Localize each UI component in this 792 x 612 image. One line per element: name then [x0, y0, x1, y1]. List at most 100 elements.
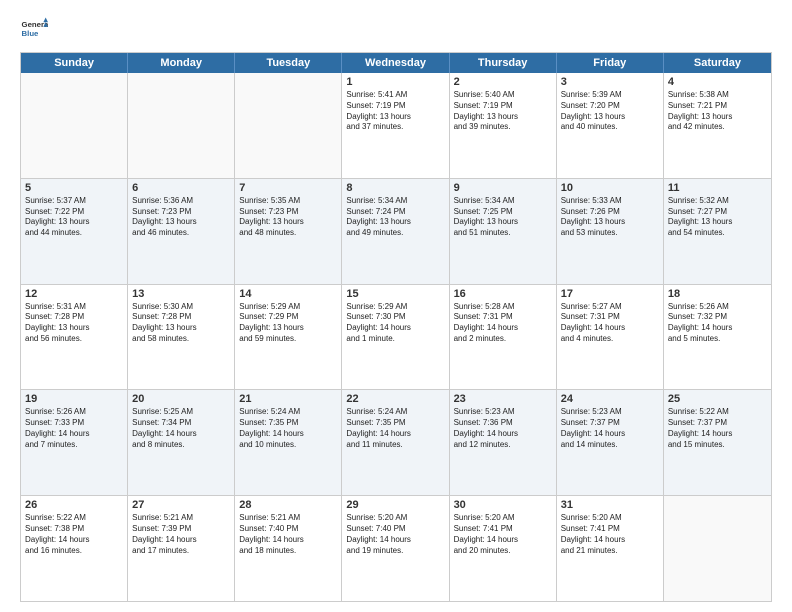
cal-cell: 16 Sunrise: 5:28 AM Sunset: 7:31 PM Dayli…	[450, 285, 557, 390]
cal-cell: 19 Sunrise: 5:26 AM Sunset: 7:33 PM Dayli…	[21, 390, 128, 495]
cal-cell: 3Sunrise: 5:39 AM Sunset: 7:20 PM Daylig…	[557, 73, 664, 178]
day-number: 16	[454, 288, 552, 300]
cal-cell: 4Sunrise: 5:38 AM Sunset: 7:21 PM Daylig…	[664, 73, 771, 178]
cell-info: Sunrise: 5:29 AM Sunset: 7:29 PM Dayligh…	[239, 302, 337, 345]
day-number: 22	[346, 393, 444, 405]
cell-info: Sunrise: 5:31 AM Sunset: 7:28 PM Dayligh…	[25, 302, 123, 345]
cal-cell: 26Sunrise: 5:22 AM Sunset: 7:38 PM Dayli…	[21, 496, 128, 601]
cell-info: Sunrise: 5:40 AM Sunset: 7:19 PM Dayligh…	[454, 90, 552, 133]
cal-cell: 24 Sunrise: 5:23 AM Sunset: 7:37 PM Dayli…	[557, 390, 664, 495]
week-row-4: 26Sunrise: 5:22 AM Sunset: 7:38 PM Dayli…	[21, 496, 771, 601]
day-number: 20	[132, 393, 230, 405]
day-number: 24	[561, 393, 659, 405]
day-number: 25	[668, 393, 767, 405]
header-day-tuesday: Tuesday	[235, 53, 342, 73]
cell-info: Sunrise: 5:34 AM Sunset: 7:24 PM Dayligh…	[346, 196, 444, 239]
day-number: 6	[132, 182, 230, 194]
day-number: 29	[346, 499, 444, 511]
cell-info: Sunrise: 5:28 AM Sunset: 7:31 PM Dayligh…	[454, 302, 552, 345]
logo-icon: General Blue	[20, 16, 48, 44]
day-number: 8	[346, 182, 444, 194]
cal-cell: 9 Sunrise: 5:34 AM Sunset: 7:25 PM Daylig…	[450, 179, 557, 284]
day-number: 17	[561, 288, 659, 300]
day-number: 28	[239, 499, 337, 511]
cal-cell: 14 Sunrise: 5:29 AM Sunset: 7:29 PM Dayli…	[235, 285, 342, 390]
cal-cell: 18 Sunrise: 5:26 AM Sunset: 7:32 PM Dayli…	[664, 285, 771, 390]
cal-cell: 8 Sunrise: 5:34 AM Sunset: 7:24 PM Daylig…	[342, 179, 449, 284]
cell-info: Sunrise: 5:22 AM Sunset: 7:37 PM Dayligh…	[668, 407, 767, 450]
header-day-monday: Monday	[128, 53, 235, 73]
day-number: 21	[239, 393, 337, 405]
cell-info: Sunrise: 5:23 AM Sunset: 7:36 PM Dayligh…	[454, 407, 552, 450]
day-number: 19	[25, 393, 123, 405]
day-number: 18	[668, 288, 767, 300]
cal-cell: 13Sunrise: 5:30 AM Sunset: 7:28 PM Dayli…	[128, 285, 235, 390]
calendar-header: SundayMondayTuesdayWednesdayThursdayFrid…	[21, 53, 771, 73]
cell-info: Sunrise: 5:21 AM Sunset: 7:39 PM Dayligh…	[132, 513, 230, 556]
cell-info: Sunrise: 5:25 AM Sunset: 7:34 PM Dayligh…	[132, 407, 230, 450]
calendar: SundayMondayTuesdayWednesdayThursdayFrid…	[20, 52, 772, 602]
cal-cell: 11 Sunrise: 5:32 AM Sunset: 7:27 PM Dayli…	[664, 179, 771, 284]
cell-info: Sunrise: 5:29 AM Sunset: 7:30 PM Dayligh…	[346, 302, 444, 345]
cell-info: Sunrise: 5:37 AM Sunset: 7:22 PM Dayligh…	[25, 196, 123, 239]
cell-info: Sunrise: 5:32 AM Sunset: 7:27 PM Dayligh…	[668, 196, 767, 239]
cal-cell: 10 Sunrise: 5:33 AM Sunset: 7:26 PM Dayli…	[557, 179, 664, 284]
cell-info: Sunrise: 5:26 AM Sunset: 7:32 PM Dayligh…	[668, 302, 767, 345]
day-number: 23	[454, 393, 552, 405]
cal-cell	[664, 496, 771, 601]
cal-cell: 7 Sunrise: 5:35 AM Sunset: 7:23 PM Daylig…	[235, 179, 342, 284]
cal-cell: 12 Sunrise: 5:31 AM Sunset: 7:28 PM Dayli…	[21, 285, 128, 390]
cal-cell: 17Sunrise: 5:27 AM Sunset: 7:31 PM Dayli…	[557, 285, 664, 390]
week-row-1: 5 Sunrise: 5:37 AM Sunset: 7:22 PM Daylig…	[21, 179, 771, 285]
header-day-friday: Friday	[557, 53, 664, 73]
cal-cell	[128, 73, 235, 178]
day-number: 26	[25, 499, 123, 511]
day-number: 27	[132, 499, 230, 511]
cell-info: Sunrise: 5:26 AM Sunset: 7:33 PM Dayligh…	[25, 407, 123, 450]
cell-info: Sunrise: 5:34 AM Sunset: 7:25 PM Dayligh…	[454, 196, 552, 239]
cell-info: Sunrise: 5:20 AM Sunset: 7:41 PM Dayligh…	[454, 513, 552, 556]
cell-info: Sunrise: 5:24 AM Sunset: 7:35 PM Dayligh…	[239, 407, 337, 450]
day-number: 5	[25, 182, 123, 194]
cal-cell: 1 Sunrise: 5:41 AM Sunset: 7:19 PM Daylig…	[342, 73, 449, 178]
cell-info: Sunrise: 5:33 AM Sunset: 7:26 PM Dayligh…	[561, 196, 659, 239]
cell-info: Sunrise: 5:20 AM Sunset: 7:40 PM Dayligh…	[346, 513, 444, 556]
day-number: 31	[561, 499, 659, 511]
cal-cell: 5 Sunrise: 5:37 AM Sunset: 7:22 PM Daylig…	[21, 179, 128, 284]
day-number: 12	[25, 288, 123, 300]
week-row-3: 19 Sunrise: 5:26 AM Sunset: 7:33 PM Dayli…	[21, 390, 771, 496]
cell-info: Sunrise: 5:20 AM Sunset: 7:41 PM Dayligh…	[561, 513, 659, 556]
logo: General Blue	[20, 16, 52, 44]
day-number: 30	[454, 499, 552, 511]
day-number: 10	[561, 182, 659, 194]
day-number: 9	[454, 182, 552, 194]
day-number: 7	[239, 182, 337, 194]
day-number: 14	[239, 288, 337, 300]
day-number: 15	[346, 288, 444, 300]
header-day-saturday: Saturday	[664, 53, 771, 73]
week-row-2: 12 Sunrise: 5:31 AM Sunset: 7:28 PM Dayli…	[21, 285, 771, 391]
cal-cell	[21, 73, 128, 178]
cal-cell: 2Sunrise: 5:40 AM Sunset: 7:19 PM Daylig…	[450, 73, 557, 178]
day-number: 13	[132, 288, 230, 300]
calendar-body: 1 Sunrise: 5:41 AM Sunset: 7:19 PM Daylig…	[21, 73, 771, 601]
cal-cell: 22 Sunrise: 5:24 AM Sunset: 7:35 PM Dayli…	[342, 390, 449, 495]
cal-cell: 30 Sunrise: 5:20 AM Sunset: 7:41 PM Dayli…	[450, 496, 557, 601]
cell-info: Sunrise: 5:36 AM Sunset: 7:23 PM Dayligh…	[132, 196, 230, 239]
cal-cell: 28Sunrise: 5:21 AM Sunset: 7:40 PM Dayli…	[235, 496, 342, 601]
cal-cell: 23 Sunrise: 5:23 AM Sunset: 7:36 PM Dayli…	[450, 390, 557, 495]
header-day-sunday: Sunday	[21, 53, 128, 73]
cell-info: Sunrise: 5:35 AM Sunset: 7:23 PM Dayligh…	[239, 196, 337, 239]
cell-info: Sunrise: 5:41 AM Sunset: 7:19 PM Dayligh…	[346, 90, 444, 133]
cell-info: Sunrise: 5:23 AM Sunset: 7:37 PM Dayligh…	[561, 407, 659, 450]
cal-cell: 15 Sunrise: 5:29 AM Sunset: 7:30 PM Dayli…	[342, 285, 449, 390]
cell-info: Sunrise: 5:39 AM Sunset: 7:20 PM Dayligh…	[561, 90, 659, 133]
day-number: 1	[346, 76, 444, 88]
cal-cell: 25 Sunrise: 5:22 AM Sunset: 7:37 PM Dayli…	[664, 390, 771, 495]
cal-cell: 6 Sunrise: 5:36 AM Sunset: 7:23 PM Daylig…	[128, 179, 235, 284]
cell-info: Sunrise: 5:38 AM Sunset: 7:21 PM Dayligh…	[668, 90, 767, 133]
cell-info: Sunrise: 5:24 AM Sunset: 7:35 PM Dayligh…	[346, 407, 444, 450]
day-number: 11	[668, 182, 767, 194]
header-day-wednesday: Wednesday	[342, 53, 449, 73]
page: General Blue SundayMondayTuesdayWednesda…	[0, 0, 792, 612]
